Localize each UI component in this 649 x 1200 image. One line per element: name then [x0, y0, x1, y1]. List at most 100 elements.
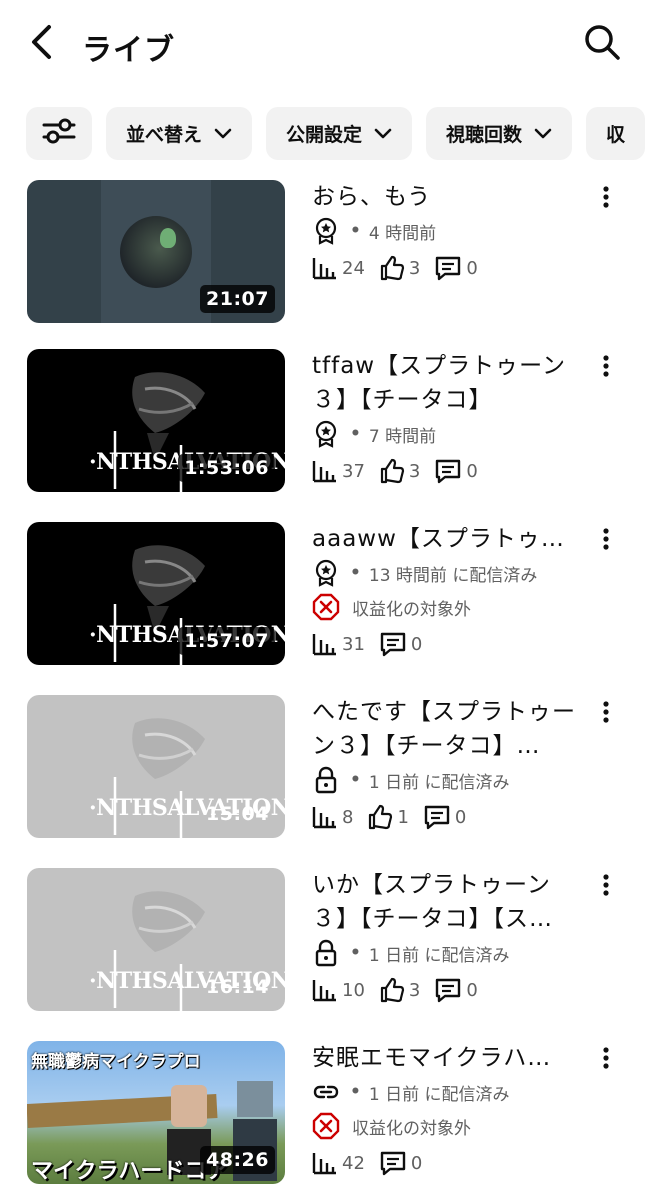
likes-count: 3 [408, 460, 421, 482]
back-button[interactable] [22, 24, 62, 64]
views-stat: 8 [312, 805, 353, 829]
link-icon [312, 1082, 340, 1102]
comments-count: 0 [466, 979, 478, 1001]
not-monetized-icon [312, 1112, 340, 1140]
more-options-button[interactable] [592, 184, 620, 214]
video-time: 13 時間前 に配信済み [368, 565, 538, 586]
thumbnail-person-head [171, 1085, 207, 1127]
monetization-status: 収益化の対象外 [312, 590, 582, 624]
thumbnail-character-head [237, 1081, 273, 1117]
sort-chip[interactable]: 並べ替え [106, 107, 253, 160]
video-item[interactable]: ·NTHSALVATION· 1:53:06 tffaw【スプラトゥーン３】【チ… [0, 349, 649, 499]
badge-icon [312, 559, 340, 587]
comments-stat: 0 [434, 977, 478, 1003]
filter-settings-button[interactable] [26, 107, 92, 160]
thumbnail-bottom-text: マイクラハードコア [31, 1158, 229, 1184]
views-count: 10 [342, 979, 365, 1001]
video-title[interactable]: aaaww【スプラトゥ… [312, 522, 582, 556]
duration-badge: 48:26 [200, 1146, 275, 1174]
video-thumbnail[interactable]: 21:07 [27, 180, 285, 323]
thumbs-up-icon [379, 255, 405, 281]
likes-count: 3 [408, 257, 421, 279]
comments-count: 0 [466, 257, 478, 279]
video-item[interactable]: 21:07 おら、もう • 4 時間前 24 3 0 [0, 180, 649, 330]
thumbs-up-icon [379, 458, 405, 484]
comment-icon [434, 977, 462, 1003]
video-thumbnail[interactable]: ·NTHSALVATION· 15:04 [27, 695, 285, 838]
more-options-button[interactable] [592, 526, 620, 556]
comment-icon [379, 1150, 407, 1176]
filter-chip-bar: 並べ替え 公開設定 視聴回数 収 [26, 107, 649, 160]
bar-chart-icon [312, 632, 338, 656]
comment-icon [434, 255, 462, 281]
views-count: 31 [342, 633, 365, 655]
more-vertical-icon [602, 527, 610, 555]
more-options-button[interactable] [592, 353, 620, 383]
video-time: 1 日前 に配信済み [368, 1084, 510, 1105]
thumbnail-top-text: 無職鬱病マイクラプロ [31, 1052, 201, 1072]
views-stat: 24 [312, 256, 365, 280]
video-info: 安眠エモマイクラハ… • 1 日前 に配信済み 収益化の対象外 42 0 [312, 1041, 582, 1183]
video-time: 4 時間前 [368, 223, 437, 244]
views-stat: 42 [312, 1151, 365, 1175]
video-title[interactable]: tffaw【スプラトゥーン３】【チータコ】 [312, 349, 582, 417]
monetization-status: 収益化の対象外 [312, 1109, 582, 1143]
video-thumbnail[interactable]: ·NTHSALVATION· 16:14 [27, 868, 285, 1011]
video-item[interactable]: 無職鬱病マイクラプロ マイクラハードコア 48:26 安眠エモマイクラハ… • … [0, 1041, 649, 1200]
video-thumbnail[interactable]: ·NTHSALVATION· 1:57:07 [27, 522, 285, 665]
video-time: 7 時間前 [368, 426, 437, 447]
thumbs-up-icon [379, 977, 405, 1003]
views-count: 37 [342, 460, 365, 482]
views-stat: 10 [312, 978, 365, 1002]
video-meta: • 13 時間前 に配信済み [312, 556, 582, 590]
video-stats: 10 3 0 [312, 970, 582, 1010]
likes-stat: 3 [379, 255, 420, 281]
video-item[interactable]: ·NTHSALVATION· 15:04 へたです【スプラトゥーン３】【チータコ… [0, 695, 649, 845]
monetization-text: 収益化の対象外 [352, 1118, 471, 1139]
lock-icon [312, 939, 340, 967]
video-item[interactable]: ·NTHSALVATION· 1:57:07 aaaww【スプラトゥ… • 13… [0, 522, 649, 672]
more-options-button[interactable] [592, 1045, 620, 1075]
more-vertical-icon [602, 1046, 610, 1074]
video-meta: • 1 日前 に配信済み [312, 763, 582, 797]
video-thumbnail[interactable]: ·NTHSALVATION· 1:53:06 [27, 349, 285, 492]
badge-icon [312, 217, 340, 245]
video-info: へたです【スプラトゥーン３】【チータコ】… • 1 日前 に配信済み 8 1 0 [312, 695, 582, 837]
more-vertical-icon [602, 873, 610, 901]
duration-badge: 1:53:06 [178, 454, 275, 482]
video-title[interactable]: おら、もう [312, 180, 582, 214]
separator-dot: • [350, 943, 361, 963]
comments-stat: 0 [434, 255, 478, 281]
more-vertical-icon [602, 185, 610, 213]
bar-chart-icon [312, 978, 338, 1002]
views-count: 8 [342, 806, 354, 828]
bar-chart-icon [312, 1151, 338, 1175]
comment-icon [379, 631, 407, 657]
video-thumbnail[interactable]: 無職鬱病マイクラプロ マイクラハードコア 48:26 [27, 1041, 285, 1184]
video-time: 1 日前 に配信済み [368, 945, 510, 966]
bar-chart-icon [312, 459, 338, 483]
search-icon [583, 23, 621, 65]
chevron-down-icon [374, 128, 392, 140]
comment-icon [423, 804, 451, 830]
channel-avatar-image [120, 216, 192, 288]
video-item[interactable]: ·NTHSALVATION· 16:14 いか【スプラトゥーン３】【チータコ】【… [0, 868, 649, 1018]
chip-label: 視聴回数 [446, 124, 523, 146]
video-stats: 24 3 0 [312, 248, 582, 288]
more-options-button[interactable] [592, 872, 620, 902]
more-options-button[interactable] [592, 699, 620, 729]
video-meta: • 1 日前 に配信済み [312, 936, 582, 970]
badge-icon [312, 420, 340, 448]
video-title[interactable]: いか【スプラトゥーン３】【チータコ】【ス… [312, 868, 582, 936]
views-stat: 37 [312, 459, 365, 483]
likes-count: 3 [408, 979, 421, 1001]
comments-count: 0 [454, 806, 467, 828]
views-chip[interactable]: 視聴回数 [426, 107, 573, 160]
comments-count: 0 [410, 1152, 423, 1174]
video-title[interactable]: へたです【スプラトゥーン３】【チータコ】… [312, 695, 582, 763]
search-button[interactable] [580, 22, 624, 66]
chevron-down-icon [214, 128, 232, 140]
visibility-chip[interactable]: 公開設定 [266, 107, 413, 160]
revenue-chip[interactable]: 収 [586, 107, 646, 160]
video-title[interactable]: 安眠エモマイクラハ… [312, 1041, 582, 1075]
